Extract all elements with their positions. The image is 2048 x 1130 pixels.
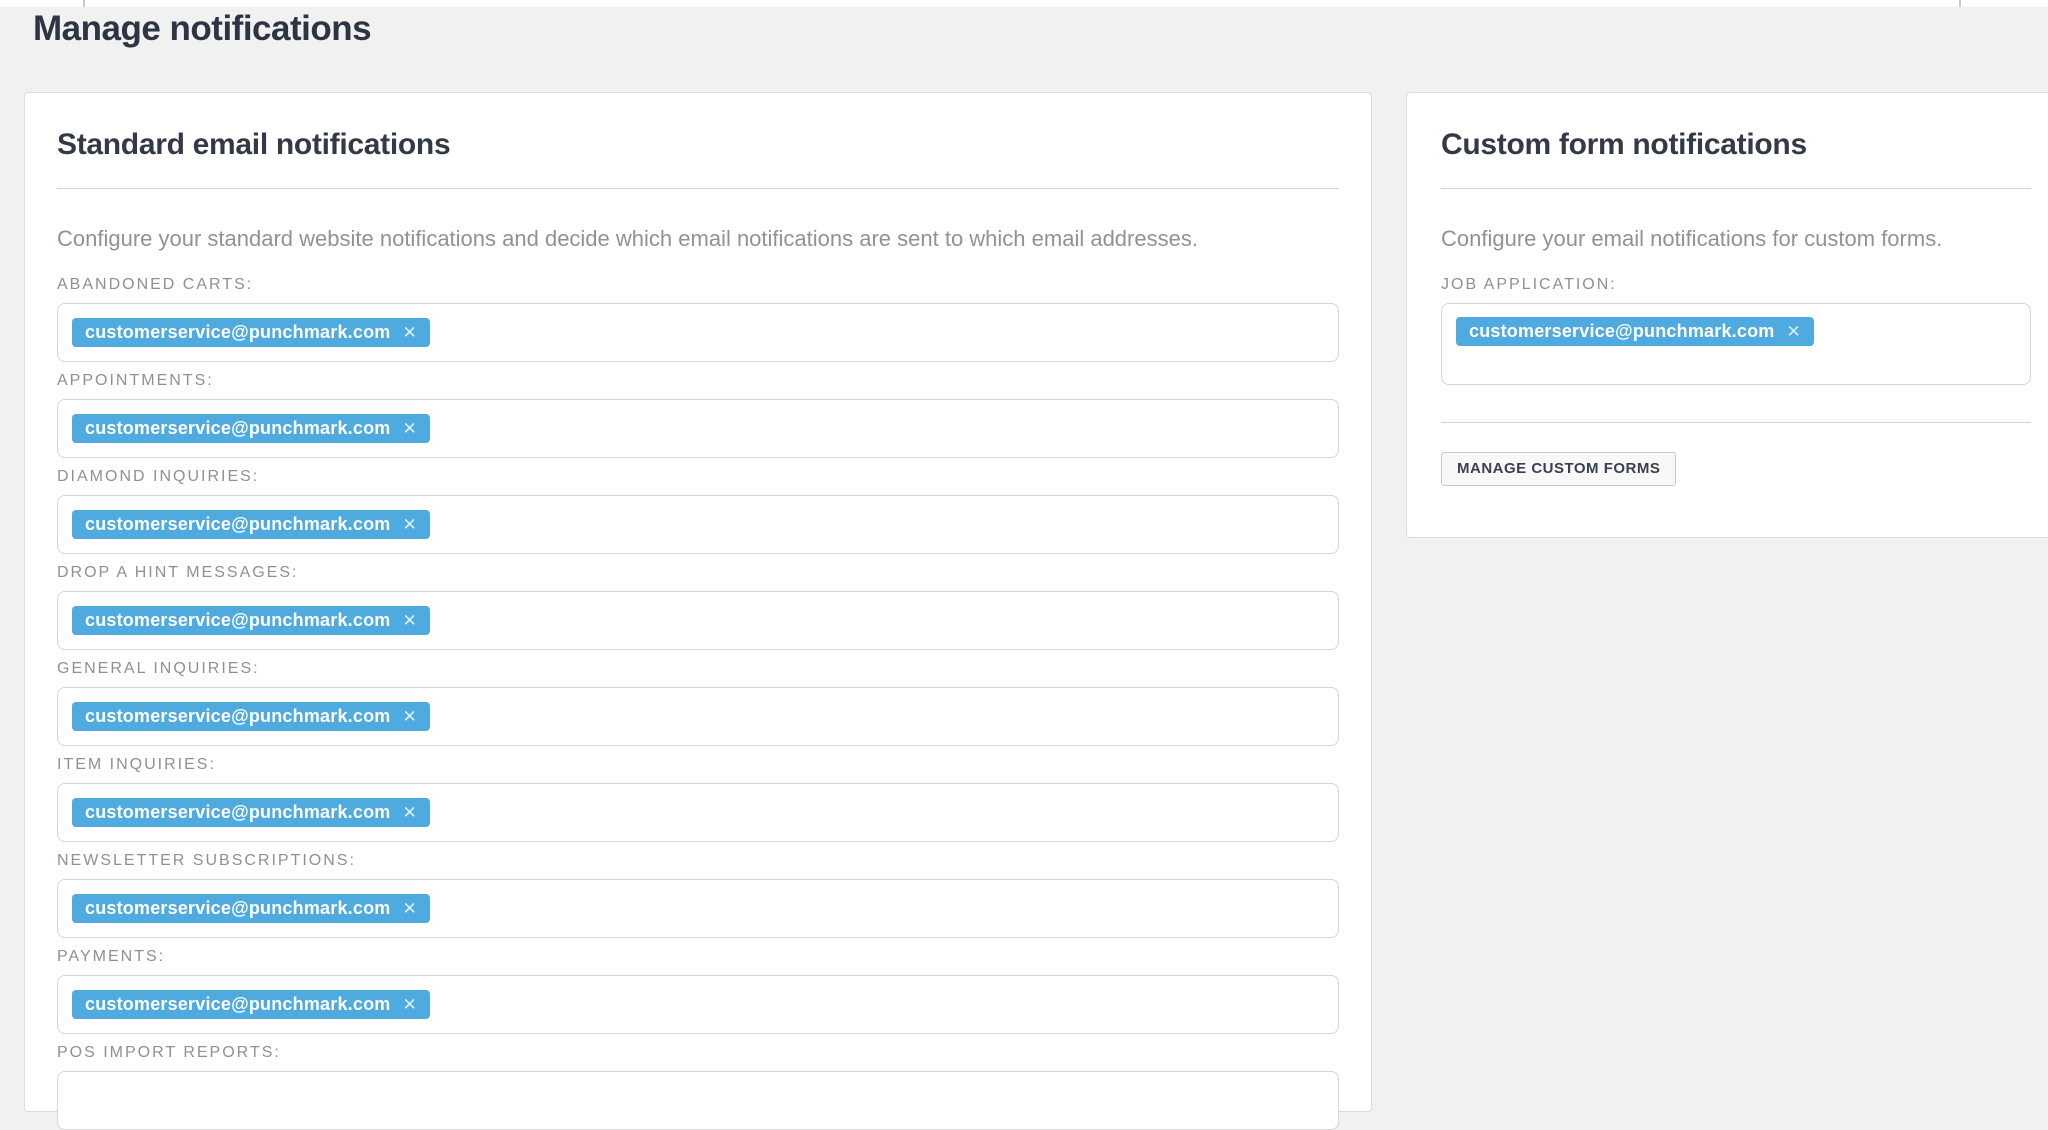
tag-email-text: customerservice@punchmark.com bbox=[85, 514, 390, 535]
notification-field-drop-a-hint: DROP A HINT MESSAGES: customerservice@pu… bbox=[57, 564, 1339, 650]
email-tag: customerservice@punchmark.com ✕ bbox=[72, 606, 430, 635]
browser-edge-strip bbox=[0, 0, 2048, 7]
field-label: ABANDONED CARTS: bbox=[57, 276, 1339, 293]
email-tag-input[interactable]: customerservice@punchmark.com ✕ bbox=[57, 303, 1339, 362]
tag-email-text: customerservice@punchmark.com bbox=[85, 994, 390, 1015]
email-tag-input[interactable]: customerservice@punchmark.com ✕ bbox=[57, 495, 1339, 554]
notification-field-appointments: APPOINTMENTS: customerservice@punchmark.… bbox=[57, 372, 1339, 458]
remove-tag-icon[interactable]: ✕ bbox=[402, 612, 416, 629]
email-tag: customerservice@punchmark.com ✕ bbox=[72, 798, 430, 827]
email-tag: customerservice@punchmark.com ✕ bbox=[72, 894, 430, 923]
email-tag: customerservice@punchmark.com ✕ bbox=[72, 702, 430, 731]
field-label: DIAMOND INQUIRIES: bbox=[57, 468, 1339, 485]
email-tag-input[interactable]: customerservice@punchmark.com ✕ bbox=[57, 591, 1339, 650]
field-label: JOB APPLICATION: bbox=[1441, 276, 2031, 293]
tag-email-text: customerservice@punchmark.com bbox=[85, 418, 390, 439]
field-label: POS IMPORT REPORTS: bbox=[57, 1044, 1339, 1061]
page-title: Manage notifications bbox=[33, 8, 371, 50]
notification-field-general-inquiries: GENERAL INQUIRIES: customerservice@punch… bbox=[57, 660, 1339, 746]
email-tag-input[interactable]: customerservice@punchmark.com ✕ bbox=[1441, 303, 2031, 385]
notification-field-item-inquiries: ITEM INQUIRIES: customerservice@punchmar… bbox=[57, 756, 1339, 842]
tag-email-text: customerservice@punchmark.com bbox=[85, 802, 390, 823]
field-label: DROP A HINT MESSAGES: bbox=[57, 564, 1339, 581]
email-tag-input[interactable]: customerservice@punchmark.com ✕ bbox=[57, 783, 1339, 842]
email-tag-input[interactable]: customerservice@punchmark.com ✕ bbox=[57, 687, 1339, 746]
notification-field-pos-import-reports: POS IMPORT REPORTS: bbox=[57, 1044, 1339, 1130]
tag-email-text: customerservice@punchmark.com bbox=[85, 610, 390, 631]
notification-field-diamond-inquiries: DIAMOND INQUIRIES: customerservice@punch… bbox=[57, 468, 1339, 554]
remove-tag-icon[interactable]: ✕ bbox=[402, 996, 416, 1013]
tag-email-text: customerservice@punchmark.com bbox=[85, 322, 390, 343]
email-tag-input[interactable] bbox=[57, 1071, 1339, 1130]
email-tag-input[interactable]: customerservice@punchmark.com ✕ bbox=[57, 399, 1339, 458]
email-tag: customerservice@punchmark.com ✕ bbox=[72, 318, 430, 347]
remove-tag-icon[interactable]: ✕ bbox=[402, 900, 416, 917]
divider bbox=[1441, 422, 2031, 423]
field-label: PAYMENTS: bbox=[57, 948, 1339, 965]
email-tag: customerservice@punchmark.com ✕ bbox=[72, 414, 430, 443]
notification-field-job-application: JOB APPLICATION: customerservice@punchma… bbox=[1441, 276, 2031, 385]
custom-form-notifications-card: Custom form notifications Configure your… bbox=[1406, 92, 2048, 538]
email-tag: customerservice@punchmark.com ✕ bbox=[72, 510, 430, 539]
notification-field-newsletter-subscriptions: NEWSLETTER SUBSCRIPTIONS: customerservic… bbox=[57, 852, 1339, 938]
standard-notifications-card: Standard email notifications Configure y… bbox=[24, 92, 1372, 1112]
remove-tag-icon[interactable]: ✕ bbox=[402, 516, 416, 533]
notification-field-payments: PAYMENTS: customerservice@punchmark.com … bbox=[57, 948, 1339, 1034]
window-edge-tick bbox=[83, 0, 85, 7]
card-description: Configure your email notifications for c… bbox=[1441, 226, 2031, 252]
divider bbox=[57, 188, 1339, 189]
email-tag-input[interactable]: customerservice@punchmark.com ✕ bbox=[57, 879, 1339, 938]
field-label: APPOINTMENTS: bbox=[57, 372, 1339, 389]
email-tag: customerservice@punchmark.com ✕ bbox=[1456, 317, 1814, 346]
divider bbox=[1441, 188, 2031, 189]
manage-custom-forms-button[interactable]: MANAGE CUSTOM FORMS bbox=[1441, 452, 1676, 486]
field-label: GENERAL INQUIRIES: bbox=[57, 660, 1339, 677]
remove-tag-icon[interactable]: ✕ bbox=[402, 708, 416, 725]
email-tag-input[interactable]: customerservice@punchmark.com ✕ bbox=[57, 975, 1339, 1034]
tag-email-text: customerservice@punchmark.com bbox=[85, 706, 390, 727]
field-label: NEWSLETTER SUBSCRIPTIONS: bbox=[57, 852, 1339, 869]
email-tag: customerservice@punchmark.com ✕ bbox=[72, 990, 430, 1019]
card-title: Standard email notifications bbox=[57, 129, 1339, 161]
card-description: Configure your standard website notifica… bbox=[57, 226, 1339, 252]
remove-tag-icon[interactable]: ✕ bbox=[1786, 323, 1800, 340]
remove-tag-icon[interactable]: ✕ bbox=[402, 420, 416, 437]
tag-email-text: customerservice@punchmark.com bbox=[1469, 321, 1774, 342]
field-label: ITEM INQUIRIES: bbox=[57, 756, 1339, 773]
window-edge-tick bbox=[1959, 0, 1961, 7]
remove-tag-icon[interactable]: ✕ bbox=[402, 804, 416, 821]
card-title: Custom form notifications bbox=[1441, 129, 2031, 161]
remove-tag-icon[interactable]: ✕ bbox=[402, 324, 416, 341]
notification-field-abandoned-carts: ABANDONED CARTS: customerservice@punchma… bbox=[57, 276, 1339, 362]
tag-email-text: customerservice@punchmark.com bbox=[85, 898, 390, 919]
